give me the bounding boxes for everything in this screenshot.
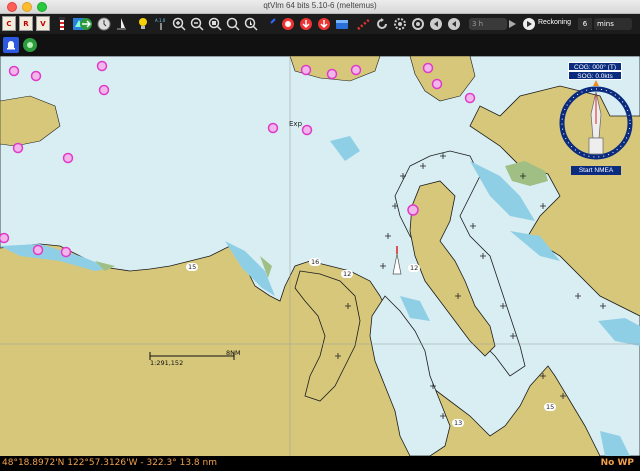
magenta-marker [464, 92, 476, 104]
app-window: qtVlm 64 bits 5.10-6 (meltemus) C R V A.… [0, 0, 640, 471]
magenta-marker [98, 84, 110, 96]
lightbulb-icon[interactable] [136, 16, 150, 31]
grib-info-icon[interactable] [281, 16, 295, 31]
scale-distance-label: 8NM [226, 349, 241, 357]
magenta-marker [301, 124, 313, 136]
zoom-in-icon[interactable] [172, 16, 186, 31]
magenta-marker [422, 62, 434, 74]
download-icon[interactable] [317, 16, 331, 31]
reckoning-label: Reckoning [538, 19, 572, 26]
chart-c-label: C [6, 19, 12, 28]
main-toolbar: C R V A.1.0 3 h Reckoning 6 mins [0, 14, 640, 34]
compass-rose-icon [559, 80, 633, 160]
magenta-marker [407, 204, 419, 216]
zoom-out-icon[interactable] [190, 16, 204, 31]
magenta-marker [8, 65, 20, 77]
magenta-marker [267, 122, 279, 134]
scale-ratio-label: 1:291,152 [150, 359, 184, 367]
zoom-selection-icon[interactable] [226, 16, 240, 31]
start-nmea-button[interactable]: Start NMEA [571, 166, 621, 175]
route-icon[interactable] [411, 16, 425, 31]
magenta-marker [0, 232, 10, 244]
rewind-icon[interactable] [429, 16, 443, 31]
chart-v-label: V [40, 19, 46, 28]
bell-icon[interactable] [3, 37, 19, 53]
current-label: 13 [452, 419, 465, 427]
navigation-dashboard[interactable]: COG: 000° (T) SOG: 0.0kts Start NMEA [559, 62, 633, 175]
place-label: Exp [289, 120, 303, 128]
cog-readout: COG: 000° (T) [568, 62, 622, 71]
current-label: 15 [544, 403, 557, 411]
chart-v-button[interactable]: V [36, 16, 50, 31]
chart-c-button[interactable]: C [2, 16, 16, 31]
chart-map[interactable]: Exp 1:291,152 8NM 15 16 12 15 12 13 COG:… [0, 56, 640, 456]
nautical-chart [0, 56, 640, 456]
play-icon[interactable] [522, 16, 536, 31]
settings-icon[interactable] [393, 16, 407, 31]
clock-icon[interactable] [97, 16, 111, 31]
chart-r-button[interactable]: R [19, 16, 33, 31]
svg-text:A.1.0: A.1.0 [155, 18, 166, 23]
time-step-select[interactable]: 3 h [469, 18, 507, 30]
refresh-icon[interactable] [375, 16, 389, 31]
magenta-marker [350, 64, 362, 76]
boat-center-icon[interactable] [79, 16, 93, 31]
magenta-marker [60, 246, 72, 258]
secondary-toolbar [0, 34, 640, 56]
status-bar: 48°18.8972'N 122°57.3126'W - 322.3° 13.8… [0, 456, 640, 471]
current-label: 15 [186, 263, 199, 271]
zoom-boat-icon[interactable] [244, 16, 258, 31]
forecast-down-icon[interactable] [299, 16, 313, 31]
time-step-value: 3 h [472, 20, 484, 28]
zoom-fit-icon[interactable] [208, 16, 222, 31]
grib-files-icon[interactable] [335, 16, 349, 31]
sailboat-icon[interactable] [114, 16, 128, 31]
route-compare-icon[interactable]: A.1.0 [154, 16, 168, 31]
magenta-marker [326, 68, 338, 80]
cursor-position-readout: 48°18.8972'N 122°57.3126'W - 322.3° 13.8… [2, 458, 217, 468]
reckoning-unit: mins [597, 20, 614, 28]
magenta-marker [300, 64, 312, 76]
barrier-icon[interactable] [357, 16, 371, 31]
magenta-marker [12, 142, 24, 154]
current-label: 12 [408, 264, 421, 272]
magenta-marker [96, 60, 108, 72]
chart-r-label: R [23, 19, 29, 28]
title-bar: qtVlm 64 bits 5.10-6 (meltemus) [0, 0, 640, 14]
gps-status-icon[interactable] [22, 37, 38, 53]
current-label: 12 [341, 270, 354, 278]
lighthouse-icon[interactable] [55, 16, 69, 31]
rewind-step-icon[interactable] [447, 16, 461, 31]
waypoint-status: No WP [600, 458, 634, 468]
magenta-marker [431, 78, 443, 90]
current-label: 16 [309, 258, 322, 266]
reckoning-value: 6 [582, 20, 588, 28]
magenta-marker [62, 152, 74, 164]
reckoning-value-spinner[interactable]: 6 [578, 18, 592, 30]
forward-icon[interactable] [505, 16, 519, 31]
compass-icon[interactable] [263, 16, 277, 31]
magenta-marker [32, 244, 44, 256]
reckoning-unit-select[interactable]: mins [594, 18, 632, 30]
magenta-marker [30, 70, 42, 82]
sog-readout: SOG: 0.0kts [568, 71, 622, 80]
window-title: qtVlm 64 bits 5.10-6 (meltemus) [263, 1, 377, 10]
